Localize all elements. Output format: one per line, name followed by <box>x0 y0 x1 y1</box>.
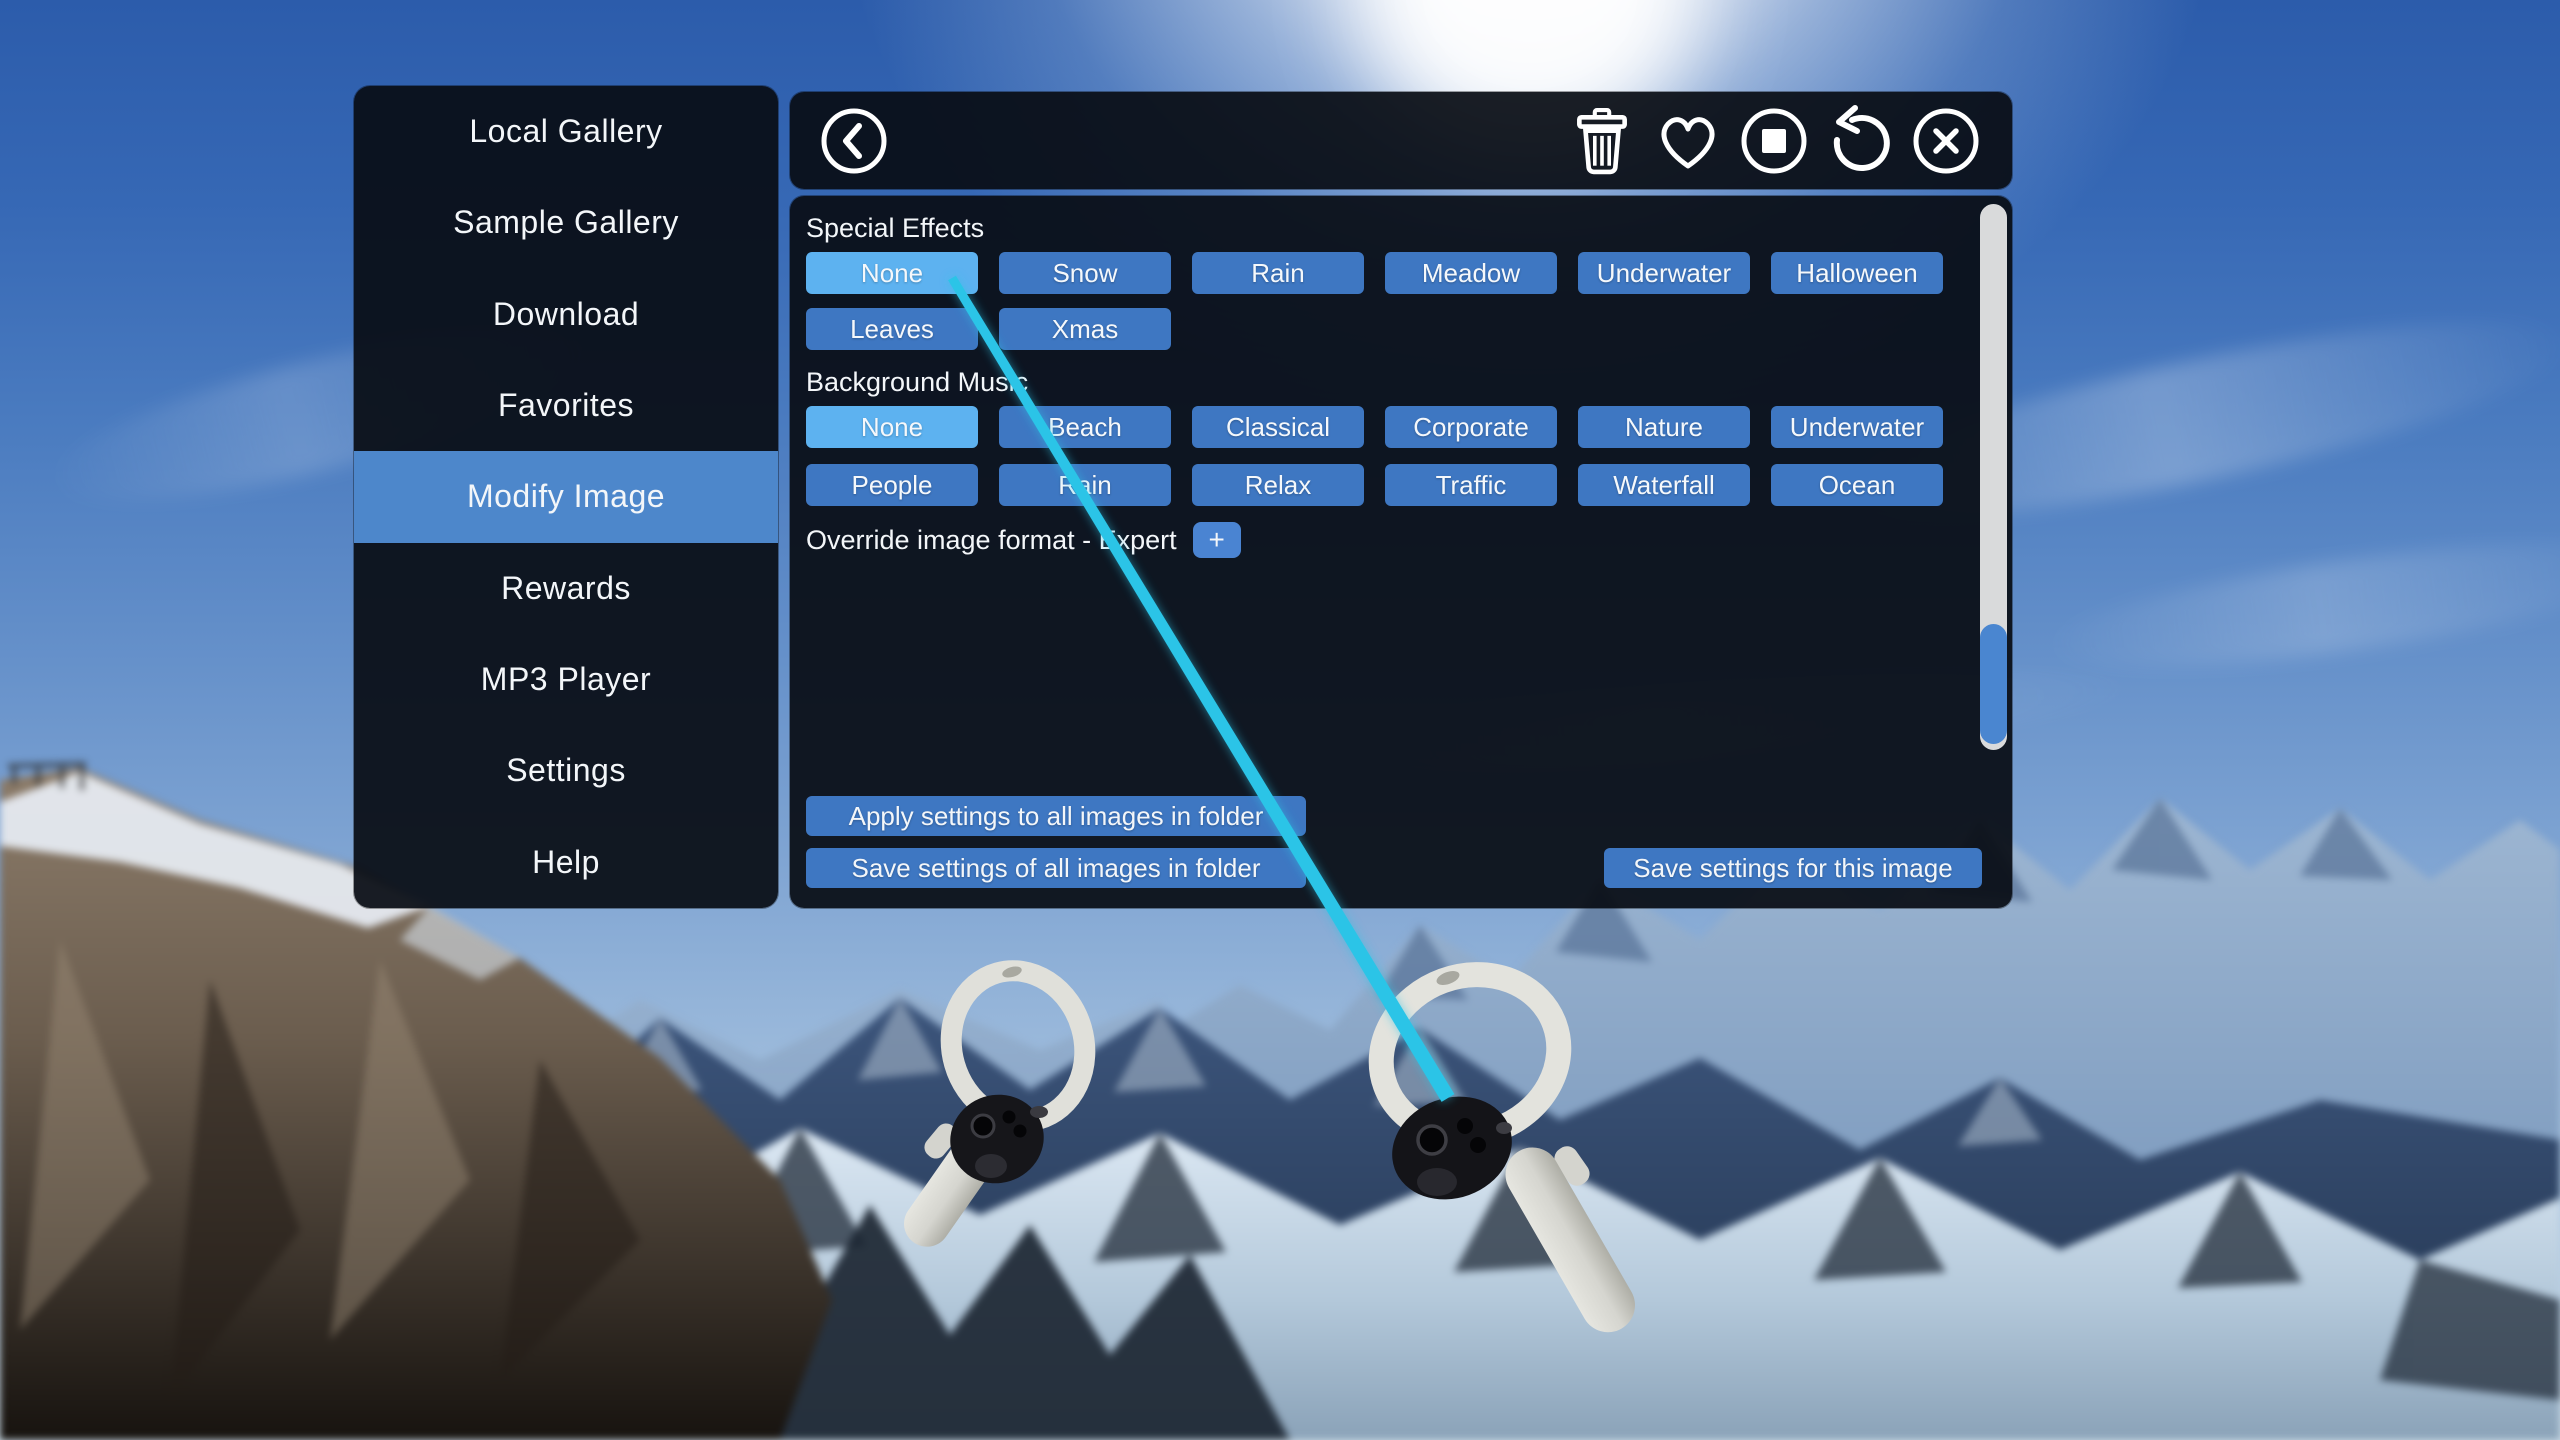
music-beach-button[interactable]: Beach <box>999 406 1171 448</box>
music-underwater-button[interactable]: Underwater <box>1771 406 1943 448</box>
heart-icon <box>1653 108 1723 174</box>
toolbar-action-icons <box>1566 105 1982 177</box>
vr-gallery-screen: Local Gallery Sample Gallery Download Fa… <box>0 0 2560 1440</box>
scrollbar-track[interactable] <box>1980 204 2007 750</box>
music-classical-button[interactable]: Classical <box>1192 406 1364 448</box>
sidebar-item-help[interactable]: Help <box>354 817 778 908</box>
music-nature-button[interactable]: Nature <box>1578 406 1750 448</box>
sidebar-item-local-gallery[interactable]: Local Gallery <box>354 86 778 177</box>
sidebar-item-settings[interactable]: Settings <box>354 725 778 816</box>
music-none-button[interactable]: None <box>806 406 978 448</box>
add-format-button[interactable]: + <box>1193 522 1241 558</box>
sidebar-item-favorites[interactable]: Favorites <box>354 360 778 451</box>
music-relax-button[interactable]: Relax <box>1192 464 1364 506</box>
sidebar-item-rewards[interactable]: Rewards <box>354 543 778 634</box>
save-settings-all-button[interactable]: Save settings of all images in folder <box>806 848 1306 888</box>
sidebar-item-mp3-player[interactable]: MP3 Player <box>354 634 778 725</box>
override-format-row: Override image format - Expert + <box>806 522 1241 558</box>
effect-none-button[interactable]: None <box>806 252 978 294</box>
effect-meadow-button[interactable]: Meadow <box>1385 252 1557 294</box>
sidebar-item-download[interactable]: Download <box>354 269 778 360</box>
stop-icon <box>1739 106 1809 176</box>
effect-halloween-button[interactable]: Halloween <box>1771 252 1943 294</box>
undo-icon <box>1824 105 1896 177</box>
chevron-left-circle-icon <box>818 105 890 177</box>
delete-button[interactable] <box>1566 105 1638 177</box>
music-rain-button[interactable]: Rain <box>999 464 1171 506</box>
background-music-row-2: People Rain Relax Traffic Waterfall Ocea… <box>806 464 1943 506</box>
sidebar-item-modify-image[interactable]: Modify Image <box>354 451 778 542</box>
effect-underwater-button[interactable]: Underwater <box>1578 252 1750 294</box>
save-settings-this-image-button[interactable]: Save settings for this image <box>1604 848 1982 888</box>
image-toolbar <box>790 92 2012 189</box>
effect-xmas-button[interactable]: Xmas <box>999 308 1171 350</box>
scrollbar-thumb[interactable] <box>1980 624 2007 744</box>
music-ocean-button[interactable]: Ocean <box>1771 464 1943 506</box>
effect-leaves-button[interactable]: Leaves <box>806 308 978 350</box>
favorite-button[interactable] <box>1652 105 1724 177</box>
trash-icon <box>1569 106 1635 176</box>
sidebar-menu: Local Gallery Sample Gallery Download Fa… <box>354 86 778 908</box>
effect-snow-button[interactable]: Snow <box>999 252 1171 294</box>
music-people-button[interactable]: People <box>806 464 978 506</box>
override-format-label: Override image format - Expert <box>806 524 1177 556</box>
background-music-row-1: None Beach Classical Corporate Nature Un… <box>806 406 1943 448</box>
special-effects-row-1: None Snow Rain Meadow Underwater Hallowe… <box>806 252 1943 294</box>
close-button[interactable] <box>1910 105 1982 177</box>
back-button[interactable] <box>818 105 890 177</box>
effect-rain-button[interactable]: Rain <box>1192 252 1364 294</box>
music-waterfall-button[interactable]: Waterfall <box>1578 464 1750 506</box>
background-music-label: Background Music <box>806 366 1028 398</box>
apply-settings-all-button[interactable]: Apply settings to all images in folder <box>806 796 1306 836</box>
sidebar-item-sample-gallery[interactable]: Sample Gallery <box>354 177 778 268</box>
undo-button[interactable] <box>1824 105 1896 177</box>
music-corporate-button[interactable]: Corporate <box>1385 406 1557 448</box>
modify-image-panel: Special Effects None Snow Rain Meadow Un… <box>790 196 2012 908</box>
stop-button[interactable] <box>1738 105 1810 177</box>
special-effects-label: Special Effects <box>806 212 984 244</box>
music-traffic-button[interactable]: Traffic <box>1385 464 1557 506</box>
close-circle-icon <box>1911 106 1981 176</box>
special-effects-row-2: Leaves Xmas <box>806 308 1171 350</box>
